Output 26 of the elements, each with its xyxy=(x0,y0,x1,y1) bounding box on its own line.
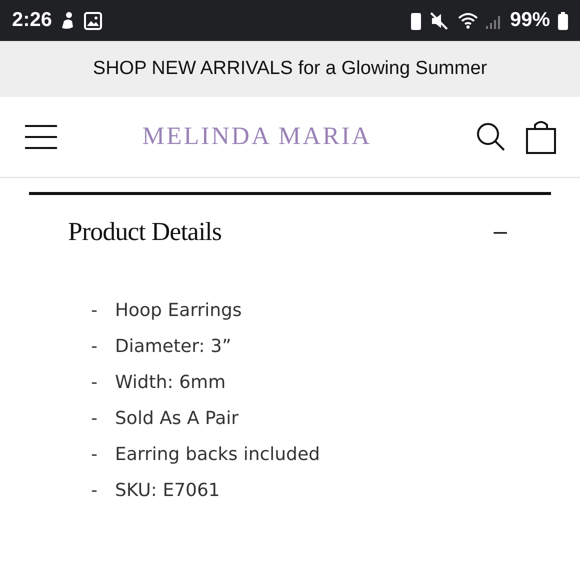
list-bullet: - xyxy=(91,335,98,358)
cart-button[interactable] xyxy=(526,120,556,154)
wifi-icon xyxy=(458,12,478,30)
list-bullet: - xyxy=(91,407,98,430)
mute-icon xyxy=(430,12,450,30)
promo-banner[interactable]: SHOP NEW ARRIVALS for a Glowing Summer xyxy=(0,41,580,97)
detail-text: Earring backs included xyxy=(115,443,320,466)
detail-text: Hoop Earrings xyxy=(115,299,242,322)
detail-text: Diameter: 3” xyxy=(115,335,232,358)
section-title[interactable]: Product Details xyxy=(68,217,222,247)
battery-percent: 99% xyxy=(510,9,550,32)
promo-text[interactable]: SHOP NEW ARRIVALS for a Glowing Summer xyxy=(92,58,488,80)
list-bullet: - xyxy=(91,479,98,502)
detail-text: SKU: E7061 xyxy=(115,479,220,502)
image-icon xyxy=(84,12,102,30)
list-bullet: - xyxy=(91,299,98,322)
collapse-toggle[interactable]: – xyxy=(494,218,507,246)
detail-text: Width: 6mm xyxy=(115,371,226,394)
detail-text: Sold As A Pair xyxy=(115,407,239,430)
search-button[interactable] xyxy=(476,122,506,152)
menu-button[interactable] xyxy=(24,124,58,150)
status-time: 2:26 xyxy=(12,9,52,32)
battery-icon xyxy=(558,12,568,30)
battery-saver-icon xyxy=(410,10,422,30)
list-bullet: - xyxy=(91,443,98,466)
list-bullet: - xyxy=(91,371,98,394)
